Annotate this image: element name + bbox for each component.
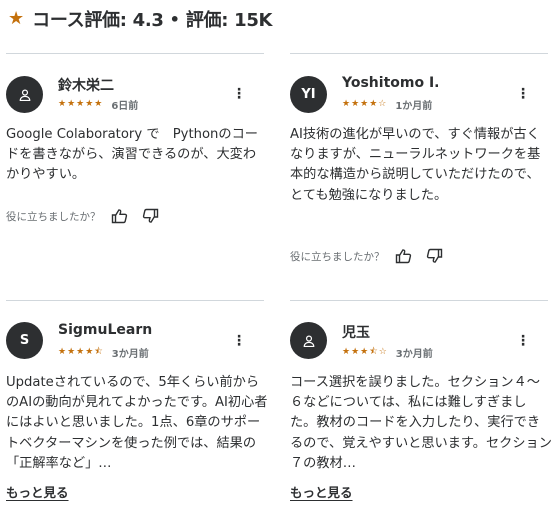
review-date: 1か月前 xyxy=(395,101,433,112)
helpful-prompt: 役に立ちましたか？ xyxy=(6,210,101,223)
review-card: 児玉 ★★★⯪☆ 3か月前 ⋮ コース選択を誤りました。セクション４～６などにつ… xyxy=(290,300,552,501)
review-text: AI技術の進化が早いので、すぐ情報が古くなりますが、ニューラルネットワークを基本… xyxy=(290,127,541,203)
review-date: 3か月前 xyxy=(111,349,149,360)
thumbs-down-icon[interactable] xyxy=(425,248,443,264)
star-rating: ★★★★⯪ xyxy=(58,347,104,357)
star-rating: ★★★⯪☆ xyxy=(342,347,388,357)
thumbs-down-icon[interactable] xyxy=(141,208,159,224)
show-more-link[interactable]: もっと見る xyxy=(290,482,353,501)
reviewer-name: 鈴木栄二 xyxy=(58,78,114,94)
review-meta: ★★★★⯪ 3か月前 xyxy=(58,345,149,361)
helpful-row: 役に立ちましたか？ xyxy=(290,248,455,264)
review-date: 6日前 xyxy=(111,101,139,112)
more-options-icon[interactable]: ⋮ xyxy=(232,87,246,101)
helpful-row: 役に立ちましたか？ xyxy=(6,208,171,224)
review-text: Google Colaboratory で Pythonのコードを書きながら、演… xyxy=(6,127,258,183)
person-icon xyxy=(19,88,30,101)
reviewer-name: SigmuLearn xyxy=(58,322,153,338)
avatar xyxy=(6,76,43,113)
thumbs-up-icon[interactable] xyxy=(395,248,413,264)
helpful-prompt: 役に立ちましたか？ xyxy=(290,250,385,263)
divider xyxy=(290,53,548,54)
thumbs-up-icon[interactable] xyxy=(111,208,129,224)
divider xyxy=(6,300,264,301)
avatar: S xyxy=(6,322,43,359)
star-rating: ★★★★☆ xyxy=(342,99,388,109)
more-options-icon[interactable]: ⋮ xyxy=(516,334,530,348)
review-meta: ★★★⯪☆ 3か月前 xyxy=(342,345,433,361)
rating-count: 評価: 15K xyxy=(185,10,273,31)
divider xyxy=(290,300,548,301)
review-card: S SigmuLearn ★★★★⯪ 3か月前 ⋮ Updateされているので、… xyxy=(6,300,267,501)
review-card: 鈴木栄二 ★★★★★ 6日前 ⋮ Google Colaboratory で P… xyxy=(6,53,264,253)
reviewer-name: 児玉 xyxy=(342,325,370,341)
reviewer-name: Yoshitomo I. xyxy=(342,75,440,91)
ratings-header: ★ コース評価: 4.3 • 評価: 15K xyxy=(8,6,273,32)
star-icon: ★ xyxy=(8,8,25,29)
review-text: Updateされているので、5年くらい前からのAIの動向が見れてよかったです。A… xyxy=(6,375,268,471)
review-text: コース選択を誤りました。セクション４～６などについては、私には難しすぎました。教… xyxy=(290,375,552,471)
person-icon xyxy=(303,334,314,347)
more-options-icon[interactable]: ⋮ xyxy=(516,87,530,101)
avatar: YI xyxy=(290,76,327,113)
more-options-icon[interactable]: ⋮ xyxy=(232,334,246,348)
review-meta: ★★★★★ 6日前 xyxy=(58,97,139,113)
avatar xyxy=(290,322,327,359)
divider xyxy=(6,53,264,54)
star-rating: ★★★★★ xyxy=(58,99,104,109)
course-rating: コース評価: 4.3 xyxy=(32,10,164,31)
review-meta: ★★★★☆ 1か月前 xyxy=(342,97,433,113)
review-card: YI Yoshitomo I. ★★★★☆ 1か月前 ⋮ AI技術の進化が早いの… xyxy=(290,53,548,283)
header-separator: • xyxy=(169,9,180,29)
review-date: 3か月前 xyxy=(395,349,433,360)
show-more-link[interactable]: もっと見る xyxy=(6,482,69,501)
